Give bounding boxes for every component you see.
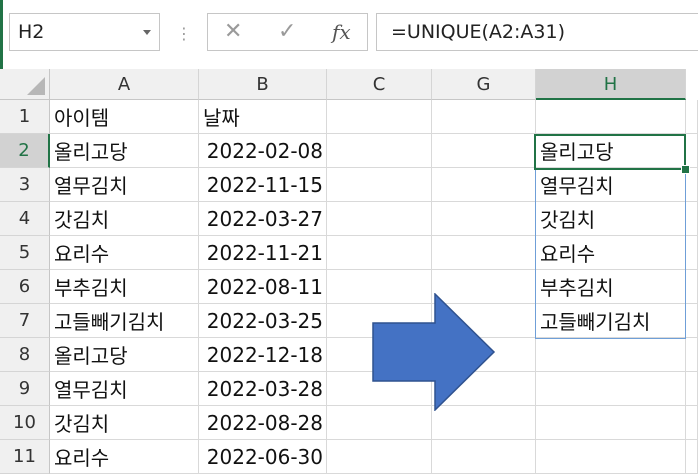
cell-h2[interactable]: 올리고당 (536, 134, 686, 168)
name-box[interactable]: H2 (9, 13, 160, 51)
cell-b4[interactable]: 2022-03-27 (199, 202, 327, 236)
name-box-value: H2 (18, 21, 45, 43)
column-header-b[interactable]: B (199, 69, 327, 100)
chevron-down-icon[interactable] (143, 30, 151, 35)
cell-b10[interactable]: 2022-08-28 (199, 406, 327, 440)
right-arrow-polygon (372, 293, 496, 411)
more-options-icon[interactable]: ⋮ (176, 24, 192, 44)
cell-g10[interactable] (432, 406, 536, 440)
column-header-h[interactable]: H (536, 69, 686, 100)
cell-h8[interactable] (536, 338, 686, 372)
formula-input[interactable]: =UNIQUE(A2:A31) (376, 13, 698, 51)
cell-z6[interactable] (686, 270, 698, 304)
cell-c3[interactable] (327, 168, 432, 202)
row-header-11[interactable]: 11 (0, 440, 50, 474)
cell-b3[interactable]: 2022-11-15 (199, 168, 327, 202)
cell-b6[interactable]: 2022-08-11 (199, 270, 327, 304)
cell-a3[interactable]: 열무김치 (50, 168, 199, 202)
cell-z4[interactable] (686, 202, 698, 236)
cell-h4[interactable]: 갓김치 (536, 202, 686, 236)
cell-b7[interactable]: 2022-03-25 (199, 304, 327, 338)
row-header-6[interactable]: 6 (0, 270, 50, 304)
cell-b11[interactable]: 2022-06-30 (199, 440, 327, 474)
cell-a5[interactable]: 요리수 (50, 236, 199, 270)
column-header-c[interactable]: C (327, 69, 432, 100)
cell-c1[interactable] (327, 100, 432, 134)
cell-b9[interactable]: 2022-03-28 (199, 372, 327, 406)
cell-a8[interactable]: 올리고당 (50, 338, 199, 372)
cell-c2[interactable] (327, 134, 432, 168)
cell-h10[interactable] (536, 406, 686, 440)
cell-z11[interactable] (686, 440, 698, 474)
row-header-7[interactable]: 7 (0, 304, 50, 338)
row-header-8[interactable]: 8 (0, 338, 50, 372)
cell-a6[interactable]: 부추김치 (50, 270, 199, 304)
cell-z7[interactable] (686, 304, 698, 338)
row-header-1[interactable]: 1 (0, 100, 50, 134)
cell-h3[interactable]: 열무김치 (536, 168, 686, 202)
cell-z2[interactable] (686, 134, 698, 168)
cell-h1[interactable] (536, 100, 686, 134)
cell-g1[interactable] (432, 100, 536, 134)
cell-g5[interactable] (432, 236, 536, 270)
check-icon[interactable]: ✓ (278, 19, 296, 45)
cell-a11[interactable]: 요리수 (50, 440, 199, 474)
select-all-corner[interactable] (0, 69, 50, 100)
row-header-2[interactable]: 2 (0, 134, 50, 168)
cancel-icon[interactable]: ✕ (224, 19, 242, 45)
cell-z8[interactable] (686, 338, 698, 372)
column-header-g[interactable]: G (432, 69, 536, 100)
row-header-4[interactable]: 4 (0, 202, 50, 236)
cell-z10[interactable] (686, 406, 698, 440)
right-arrow-shape[interactable] (372, 293, 496, 411)
cell-c10[interactable] (327, 406, 432, 440)
cell-b2[interactable]: 2022-02-08 (199, 134, 327, 168)
cell-h7[interactable]: 고들빼기김치 (536, 304, 686, 338)
cell-b1[interactable]: 날짜 (199, 100, 327, 134)
row-header-3[interactable]: 3 (0, 168, 50, 202)
cell-c4[interactable] (327, 202, 432, 236)
insert-function-icon[interactable]: fx (332, 19, 351, 45)
cell-z9[interactable] (686, 372, 698, 406)
cell-z1[interactable] (686, 100, 698, 134)
select-all-triangle-icon (27, 77, 45, 95)
cell-a1[interactable]: 아이템 (50, 100, 199, 134)
cell-a2[interactable]: 올리고당 (50, 134, 199, 168)
cell-g2[interactable] (432, 134, 536, 168)
formula-text: =UNIQUE(A2:A31) (391, 21, 565, 43)
fill-handle[interactable] (681, 165, 690, 174)
cell-a10[interactable]: 갓김치 (50, 406, 199, 440)
formula-icons-box: ✕ ✓ fx (207, 13, 368, 51)
cell-h9[interactable] (536, 372, 686, 406)
cell-z5[interactable] (686, 236, 698, 270)
cell-g3[interactable] (432, 168, 536, 202)
cell-h11[interactable] (536, 440, 686, 474)
cell-a7[interactable]: 고들빼기김치 (50, 304, 199, 338)
cell-a9[interactable]: 열무김치 (50, 372, 199, 406)
cell-b5[interactable]: 2022-11-21 (199, 236, 327, 270)
cell-h6[interactable]: 부추김치 (536, 270, 686, 304)
row-header-10[interactable]: 10 (0, 406, 50, 440)
row-header-5[interactable]: 5 (0, 236, 50, 270)
cell-g4[interactable] (432, 202, 536, 236)
cell-b8[interactable]: 2022-12-18 (199, 338, 327, 372)
cell-c11[interactable] (327, 440, 432, 474)
cell-g11[interactable] (432, 440, 536, 474)
cell-c5[interactable] (327, 236, 432, 270)
row-header-9[interactable]: 9 (0, 372, 50, 406)
column-header-a[interactable]: A (50, 69, 199, 100)
cell-a4[interactable]: 갓김치 (50, 202, 199, 236)
cell-h5[interactable]: 요리수 (536, 236, 686, 270)
